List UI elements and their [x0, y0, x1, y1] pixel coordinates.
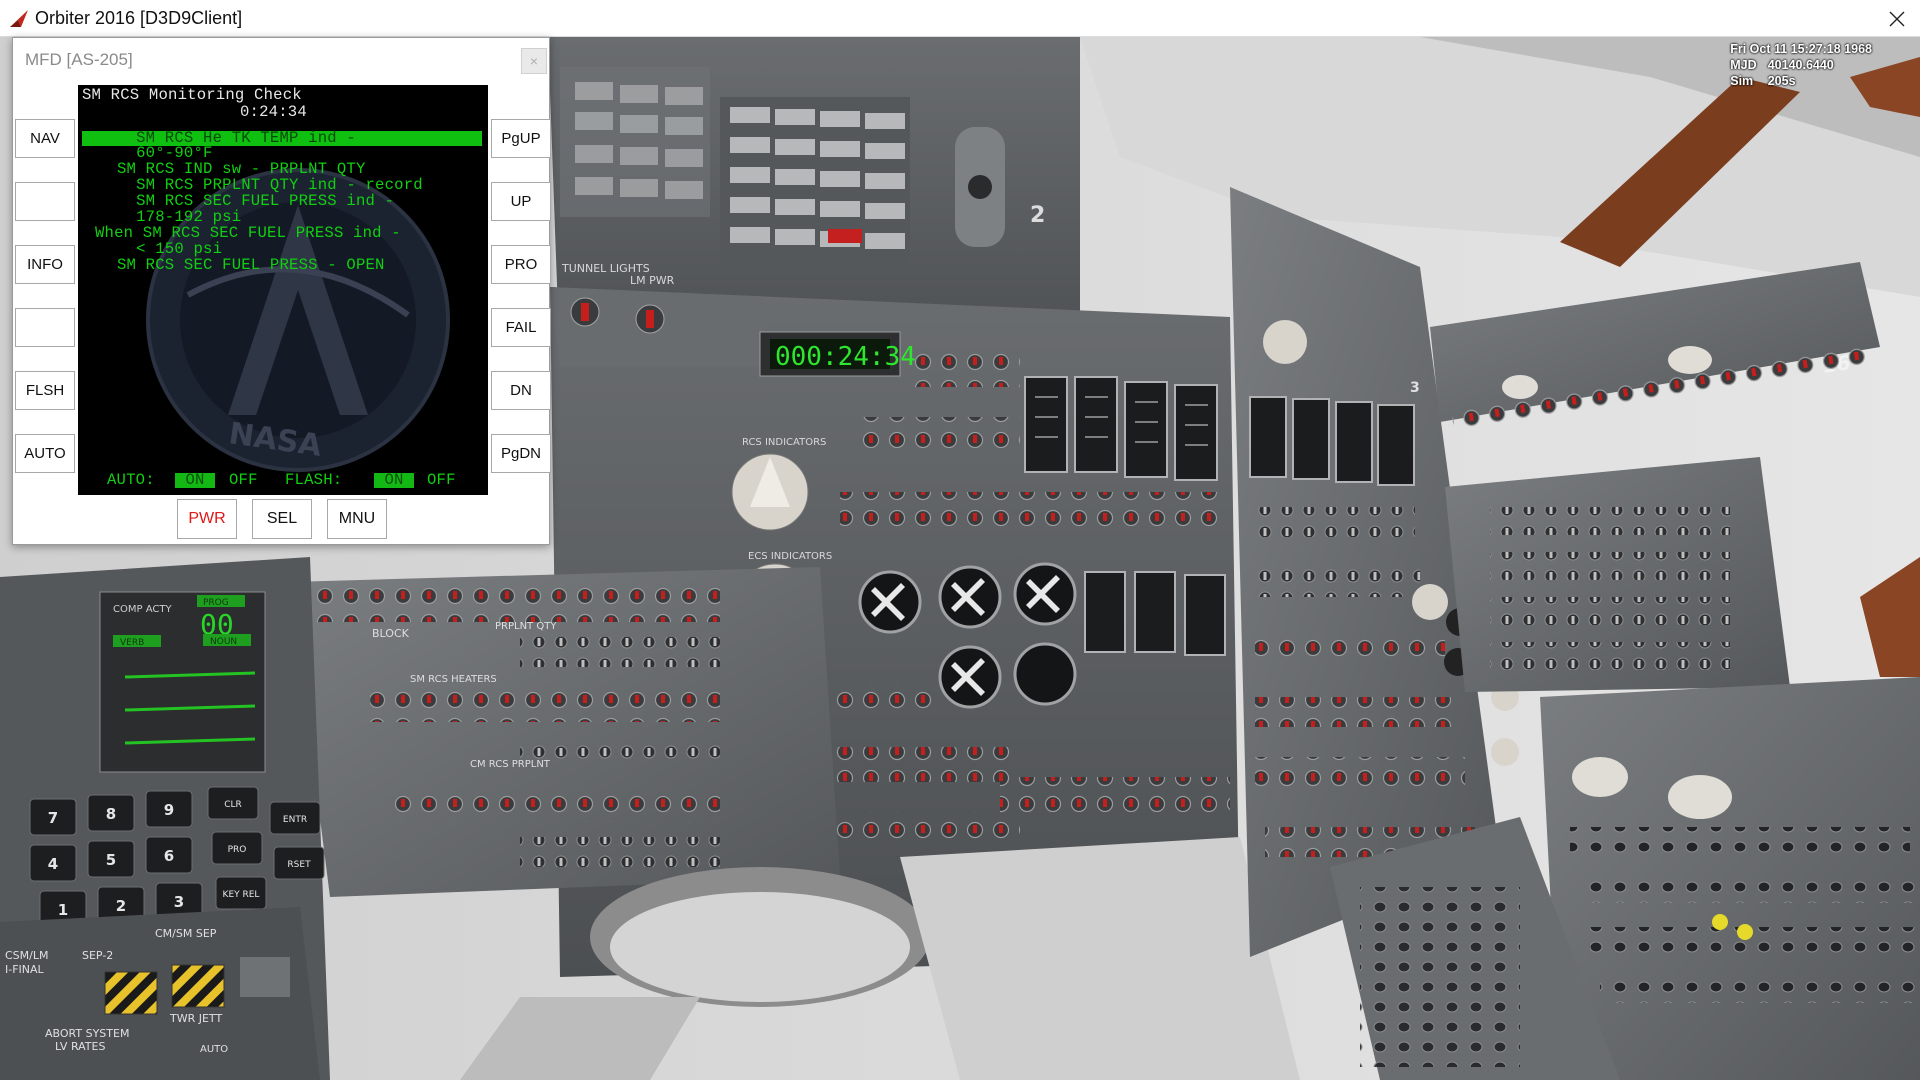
final-label: I-FINAL	[5, 963, 45, 976]
mfd-dialog[interactable]: MFD [AS-205] × NASA SM RCS Monitoring Ch…	[12, 37, 551, 545]
mfd-flash-off: OFF	[427, 471, 456, 489]
keypad-key-2[interactable]: 2	[116, 897, 126, 915]
mfd-title: MFD [AS-205]	[25, 50, 133, 69]
close-icon	[1889, 11, 1905, 26]
cm-rcs-prplnt-label: CM RCS PRPLNT	[470, 759, 551, 770]
keypad-key-7[interactable]: 7	[48, 809, 58, 827]
keypad-key-5[interactable]: 5	[106, 851, 116, 869]
mfd-left-key-5[interactable]: FLSH	[15, 371, 75, 410]
dsky-prog-label: PROG	[203, 598, 229, 608]
mfd-right-key-6[interactable]: PgDN	[491, 434, 551, 473]
window-close-button[interactable]	[1874, 0, 1920, 37]
mfd-left-key-6[interactable]: AUTO	[15, 434, 75, 473]
lv-rates-label: LV RATES	[55, 1040, 105, 1053]
mjd-value: 40140.6440	[1767, 58, 1834, 72]
panel-3-label: 3	[1410, 380, 1420, 396]
keypad-key-3[interactable]: 3	[174, 893, 184, 911]
keypad-key-6[interactable]: 6	[164, 847, 174, 865]
mfd-right-key-4[interactable]: FAIL	[491, 308, 551, 347]
block-label: BLOCK	[372, 627, 410, 640]
abort-system-label: ABORT SYSTEM	[45, 1027, 129, 1040]
dsky-noun-label: NOUN	[210, 637, 237, 647]
close-icon: ×	[529, 53, 539, 69]
mfd-line-3: SM RCS IND sw - PRPLNT QTY	[117, 160, 366, 178]
mfd-auto-label: AUTO:	[107, 471, 155, 489]
mfd-close-button[interactable]: ×	[521, 48, 547, 74]
mission-timer-display: 000:24:34	[775, 342, 916, 372]
keypad-key-9[interactable]: 9	[164, 801, 174, 819]
mfd-mnu-button[interactable]: MNU	[327, 499, 387, 539]
csm-lm-label: CSM/LM	[5, 949, 48, 962]
prplnt-qty-label: PRPLNT QTY	[495, 621, 557, 632]
keypad-clr-key[interactable]: CLR	[224, 800, 242, 810]
orbiter-app-icon	[10, 10, 28, 27]
mfd-line-5: SM RCS SEC FUEL PRESS ind -	[117, 192, 395, 210]
mfd-line-2: 60°-90°F	[117, 144, 213, 162]
sim-time-value: 205s	[1767, 74, 1796, 88]
keypad-key-8[interactable]: 8	[106, 805, 116, 823]
mfd-right-key-3[interactable]: PRO	[491, 245, 551, 284]
keypad-key-rel-key[interactable]: KEY REL	[223, 890, 260, 900]
mfd-line-4: SM RCS PRPLNT QTY ind - record	[117, 176, 423, 194]
mfd-pwr-button[interactable]: PWR	[177, 499, 237, 539]
lm-pwr-label: LM PWR	[630, 274, 675, 287]
mfd-right-key-1[interactable]: PgUP	[491, 119, 551, 158]
dsky-verb-label: VERB	[120, 638, 144, 648]
keypad-rset-key[interactable]: RSET	[287, 860, 311, 870]
mfd-sel-button[interactable]: SEL	[252, 499, 312, 539]
mfd-auto-off: OFF	[229, 471, 258, 489]
sep-2-label: SEP-2	[82, 949, 113, 962]
window-title: Orbiter 2016 [D3D9Client]	[35, 8, 243, 28]
rcs-indicators-label: RCS INDICATORS	[742, 437, 826, 448]
mfd-line-8: < 150 psi	[117, 240, 223, 258]
keypad-pro-key[interactable]: PRO	[228, 845, 247, 855]
mfd-flash-on: ON	[374, 472, 414, 488]
mfd-flash-label: FLASH:	[285, 471, 343, 489]
mfd-timer: 0:24:34	[240, 103, 307, 121]
mfd-screen[interactable]: NASA SM RCS Monitoring Check 0:24:34 SM …	[78, 85, 488, 495]
mjd-label: MJD	[1730, 58, 1757, 72]
mfd-line-6: 178-192 psi	[117, 208, 242, 226]
mfd-left-key-3[interactable]: INFO	[15, 245, 75, 284]
sim-date: Fri Oct 11 15:27:18 1968	[1730, 42, 1872, 56]
mfd-auto-on: ON	[175, 472, 215, 488]
window-titlebar: Orbiter 2016 [D3D9Client]	[0, 0, 1920, 37]
twr-jett-label: TWR JETT	[169, 1012, 222, 1025]
dsky-comp-acty-label: COMP ACTY	[113, 604, 172, 615]
cm-sm-sep-label: CM/SM SEP	[155, 927, 217, 940]
panel-2-label: 2	[1030, 203, 1045, 228]
abort-auto-label: AUTO	[200, 1044, 228, 1055]
keypad-key-4[interactable]: 4	[48, 855, 58, 873]
keypad-key-1[interactable]: 1	[58, 901, 68, 919]
mfd-heading: SM RCS Monitoring Check	[82, 86, 302, 104]
mfd-left-key-1[interactable]: NAV	[15, 119, 75, 158]
mfd-line-9: SM RCS SEC FUEL PRESS - OPEN	[117, 256, 385, 274]
sim-info-overlay: Fri Oct 11 15:27:18 1968 MJD 40140.6440 …	[1730, 41, 1872, 89]
mfd-right-key-5[interactable]: DN	[491, 371, 551, 410]
mfd-right-key-2[interactable]: UP	[491, 182, 551, 221]
mfd-line-7: When SM RCS SEC FUEL PRESS ind -	[95, 224, 401, 242]
sm-rcs-heaters-label: SM RCS HEATERS	[410, 674, 497, 685]
keypad-entr-key[interactable]: ENTR	[283, 815, 307, 825]
mfd-left-key-2[interactable]	[15, 182, 75, 221]
ecs-indicators-label: ECS INDICATORS	[748, 551, 832, 562]
sim-time-label: Sim	[1730, 74, 1754, 88]
mfd-left-key-4[interactable]	[15, 308, 75, 347]
